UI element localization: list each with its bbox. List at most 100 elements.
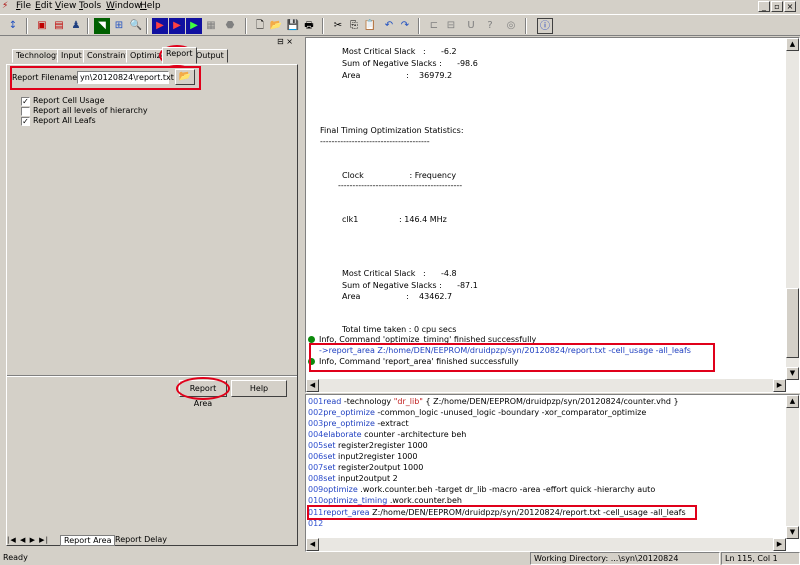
log-line: Clock : Frequency — [342, 171, 457, 180]
cut-icon[interactable]: ✂ — [330, 18, 346, 34]
bottom-tab-report-area[interactable]: Report Area — [60, 535, 116, 546]
line-number: 010 — [308, 496, 324, 505]
target-icon[interactable]: ◎ — [503, 18, 519, 34]
scroll-right-icon[interactable]: ▶ — [773, 379, 786, 392]
report-icon[interactable]: ▦ — [203, 18, 219, 34]
line-number: 002 — [308, 408, 324, 417]
synthesis-icon[interactable]: ↕ — [5, 18, 21, 34]
report-cell-usage-label: Report Cell Usage — [33, 96, 105, 105]
menu-tools[interactable]: Tools — [79, 1, 101, 11]
editor-vertical-scrollbar[interactable]: ▲ ▼ — [786, 395, 799, 539]
line-number: 009 — [308, 485, 324, 494]
restore-button[interactable]: ▫ — [771, 1, 783, 12]
menu-file[interactable]: File — [16, 1, 31, 11]
scroll-up-icon[interactable]: ▲ — [786, 38, 799, 51]
working-directory: Working Directory: ...\syn\20120824 — [530, 552, 720, 565]
tab-input[interactable]: Input — [57, 49, 86, 63]
find-icon[interactable]: 🔍 — [128, 18, 144, 34]
success-dot-icon — [308, 336, 315, 343]
tab-report[interactable]: Report — [162, 47, 197, 64]
log-line: Area : 36979.2 — [342, 71, 453, 80]
command: pre_optimize — [323, 419, 375, 428]
report-filename-input[interactable]: yn\20120824\report.txt — [77, 71, 174, 84]
schematic-icon[interactable]: ◥ — [94, 18, 110, 34]
editor-horizontal-scrollbar[interactable]: ◀ ▶ — [306, 538, 786, 551]
script-editor[interactable]: 001read -technology "dr_lib" { Z:/home/D… — [305, 394, 800, 552]
report-cell-usage-checkbox[interactable]: ✓ — [21, 97, 30, 106]
output-vertical-scrollbar[interactable]: ▲ ▼ — [786, 38, 799, 380]
minimize-button[interactable]: _ — [758, 1, 770, 12]
undo-icon[interactable]: ↶ — [381, 18, 397, 34]
stop-icon[interactable]: ⬣ — [222, 18, 238, 34]
new-file-icon[interactable]: 🗋 — [252, 18, 268, 34]
scroll-down-icon[interactable]: ▼ — [786, 367, 799, 380]
chip-icon[interactable]: ♟ — [68, 18, 84, 34]
close-button[interactable]: × — [784, 1, 796, 12]
align-icon[interactable]: ⊏ — [426, 18, 442, 34]
script-line: 002pre_optimize -common_logic -unused_lo… — [308, 408, 646, 417]
command: set — [323, 441, 336, 450]
command-args: input2register 1000 — [335, 452, 418, 461]
log-line: ----------------------------------------… — [338, 181, 463, 190]
bottom-tab-report-delay[interactable]: Report Delay — [112, 535, 170, 544]
script-line: 010optimize_timing .work.counter.beh — [308, 496, 462, 505]
about-icon[interactable]: ⓘ — [537, 18, 553, 34]
command-args: .work.counter.beh — [387, 496, 462, 505]
print-icon[interactable]: 🖶 — [301, 18, 317, 34]
redo-icon[interactable]: ↷ — [397, 18, 413, 34]
report-all-leafs-checkbox[interactable]: ✓ — [21, 117, 30, 126]
command-args: input2output 2 — [335, 474, 398, 483]
report-area-button[interactable]: Report Area — [179, 380, 227, 408]
output-horizontal-scrollbar[interactable]: ◀ ▶ — [306, 379, 786, 392]
design-icon[interactable]: ▤ — [51, 18, 67, 34]
step-icon[interactable]: ▶ — [169, 18, 185, 34]
line-number: 012 — [308, 519, 324, 528]
scroll-left-icon[interactable]: ◀ — [306, 538, 319, 551]
command: report_area — [323, 508, 370, 517]
script-line: 012 — [308, 519, 323, 528]
menu-help[interactable]: Help — [140, 1, 161, 11]
indent-icon[interactable]: ⊟ — [443, 18, 459, 34]
line-number: 001 — [308, 397, 324, 406]
query-icon[interactable]: ? — [482, 18, 498, 34]
line-number: 004 — [308, 430, 324, 439]
tab-output[interactable]: Output — [192, 49, 228, 63]
log-line: Sum of Negative Slacks : -98.6 — [342, 59, 478, 68]
command-args: counter -architecture beh — [361, 430, 467, 439]
save-icon[interactable]: 💾 — [285, 18, 301, 34]
report-hierarchy-checkbox[interactable] — [21, 107, 30, 116]
command-args: -common_logic -unused_logic -boundary -x… — [374, 408, 647, 417]
log-line: Total time taken : 0 cpu secs — [342, 325, 457, 334]
scroll-down-icon[interactable]: ▼ — [786, 526, 799, 539]
simulate-icon[interactable]: ▶ — [186, 18, 202, 34]
comment-icon[interactable]: U — [463, 18, 479, 34]
tab-scroll-arrows[interactable]: |◀ ◀ ▶ ▶| — [7, 536, 49, 544]
menu-window[interactable]: Window — [106, 1, 142, 11]
command-args: register2register 1000 — [335, 441, 428, 450]
script-line: 008set input2output 2 — [308, 474, 398, 483]
paste-icon[interactable]: 📋 — [362, 18, 378, 34]
output-log[interactable]: Most Critical Slack : -6.2 Sum of Negati… — [305, 37, 800, 393]
log-line: Final Timing Optimization Statistics: — [320, 126, 464, 135]
script-line: 007set register2output 1000 — [308, 463, 423, 472]
menu-bar: ⚡ File Edit View Tools Window Help _ ▫ × — [0, 0, 800, 14]
run-icon[interactable]: ▶ — [152, 18, 168, 34]
scroll-left-icon[interactable]: ◀ — [306, 379, 319, 392]
scroll-thumb[interactable] — [786, 288, 799, 358]
log-line: Info, Command 'optimize_timing' finished… — [319, 335, 537, 344]
log-line: -------------------------------------- — [320, 137, 430, 146]
status-text: Ready — [3, 553, 28, 562]
library-icon[interactable]: ▣ — [34, 18, 50, 34]
copy-icon[interactable]: ⎘ — [346, 18, 362, 34]
hierarchy-icon[interactable]: ⊞ — [111, 18, 127, 34]
scroll-up-icon[interactable]: ▲ — [786, 395, 799, 408]
open-folder-icon[interactable]: 📂 — [268, 18, 284, 34]
command-args: Z:/home/DEN/EEPROM/druidpzp/syn/20120824… — [369, 508, 686, 517]
log-line: Most Critical Slack : -4.8 — [342, 269, 457, 278]
browse-folder-button[interactable]: 📂 — [175, 69, 195, 85]
menu-edit[interactable]: Edit — [35, 1, 52, 11]
menu-view[interactable]: View — [55, 1, 76, 11]
help-button[interactable]: Help — [231, 380, 287, 397]
scroll-right-icon[interactable]: ▶ — [773, 538, 786, 551]
panel-close-icon[interactable]: ⊟ × — [277, 37, 293, 46]
